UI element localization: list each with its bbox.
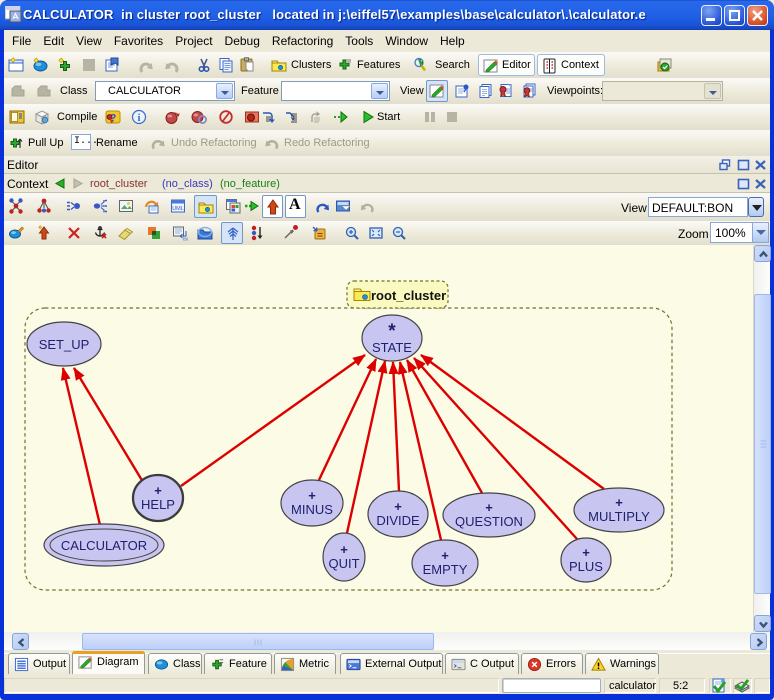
svg-text:+: +: [441, 548, 449, 563]
svg-text:i: i: [138, 113, 141, 124]
svg-text:iso: iso: [183, 237, 188, 242]
svg-text:SET_UP: SET_UP: [39, 337, 90, 352]
svg-text:STATE: STATE: [372, 340, 412, 355]
svg-text:+: +: [485, 500, 493, 515]
svg-text:HELP: HELP: [141, 497, 175, 512]
svg-text:QUESTION: QUESTION: [455, 514, 523, 529]
svg-text:+: +: [308, 488, 316, 503]
svg-text:+: +: [582, 545, 590, 560]
svg-text:*: *: [388, 321, 396, 342]
svg-text:root_cluster: root_cluster: [371, 288, 446, 303]
svg-text:+: +: [154, 483, 162, 498]
svg-text:CALCULATOR: CALCULATOR: [61, 538, 147, 553]
svg-text:EMPTY: EMPTY: [423, 562, 468, 577]
svg-text:MULTIPLY: MULTIPLY: [588, 509, 650, 524]
svg-text:+: +: [340, 542, 348, 557]
svg-text:DIVIDE: DIVIDE: [376, 513, 420, 528]
svg-text:MINUS: MINUS: [291, 502, 333, 517]
svg-text:PLUS: PLUS: [569, 559, 603, 574]
svg-text:UML: UML: [172, 206, 184, 212]
svg-text:+: +: [615, 495, 623, 510]
svg-text:QUIT: QUIT: [328, 556, 359, 571]
svg-text:+: +: [394, 499, 402, 514]
